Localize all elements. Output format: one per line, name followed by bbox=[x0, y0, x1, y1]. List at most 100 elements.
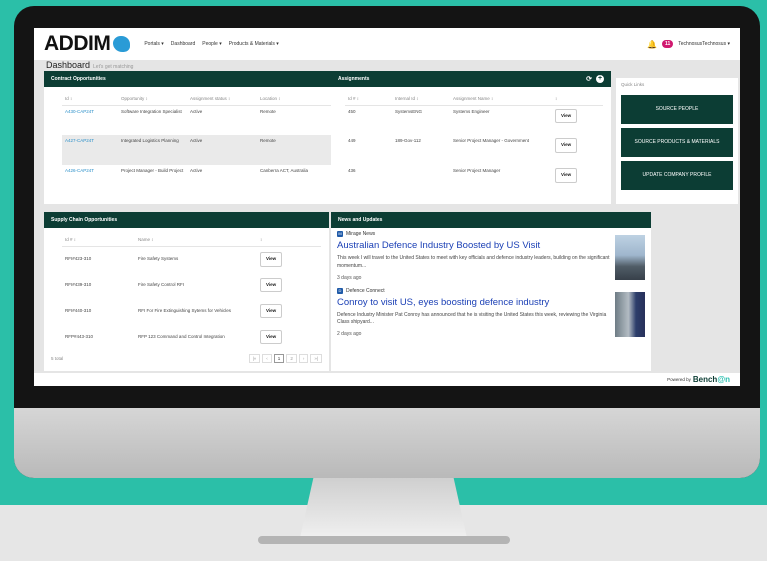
news-thumbnail-helicopter[interactable] bbox=[615, 235, 645, 280]
id-cell: 449 bbox=[348, 138, 356, 143]
id-cell: 450 bbox=[348, 108, 356, 114]
column-header[interactable]: ↕ bbox=[257, 234, 321, 247]
last-page-button[interactable]: »| bbox=[310, 354, 322, 363]
page-2-button[interactable]: 2 bbox=[286, 354, 297, 363]
column-header[interactable]: Id # ↕ bbox=[62, 234, 135, 247]
page-header: Dashboard Let's get matching bbox=[46, 60, 133, 70]
column-header[interactable]: Opportunity ↕ bbox=[118, 93, 187, 106]
column-header[interactable]: Assignment Name ↕ bbox=[450, 93, 552, 106]
assignment-name-cell: Senior Project Manager bbox=[453, 168, 501, 173]
id-cell: RFP#443-310 bbox=[65, 333, 94, 339]
panel-title: Contract Opportunities bbox=[51, 76, 106, 82]
source-people-button[interactable]: SOURCE PEOPLE bbox=[621, 95, 733, 124]
quick-links-title: Quick Links bbox=[621, 82, 645, 87]
panel-title: News and Updates bbox=[338, 217, 383, 223]
news-source: Defence Connect bbox=[346, 287, 385, 294]
screen: ADDIM Portals ▾ Dashboard People ▾ Produ… bbox=[34, 28, 740, 386]
australia-map-icon bbox=[113, 36, 131, 52]
news-headline-link[interactable]: Conroy to visit US, eyes boosting defenc… bbox=[337, 297, 610, 308]
name-cell: RFI For Fire Extinguishing Sytems for Ve… bbox=[138, 307, 232, 313]
table-row[interactable]: A427-CAP24T Integrated Logistics Plannin… bbox=[62, 135, 348, 165]
supply-table: Id # ↕ Name ↕ ↕ RFI#423-310 Fire Safety … bbox=[62, 234, 321, 350]
monitor-chin bbox=[14, 408, 760, 478]
app-logo[interactable]: ADDIM bbox=[44, 32, 131, 56]
view-button[interactable]: View bbox=[555, 138, 578, 153]
table-row: RFI#439-310 Fire Safety Control RFI View bbox=[62, 272, 321, 298]
panel-header: Supply Chain Opportunities bbox=[44, 212, 329, 228]
news-summary: This week I will travel to the United St… bbox=[337, 255, 610, 269]
view-button[interactable]: View bbox=[260, 329, 283, 345]
assignment-name-cell: Senior Project Manager - Government bbox=[453, 138, 530, 143]
page-1-button[interactable]: 1 bbox=[273, 354, 285, 363]
news-headline-link[interactable]: Australian Defence Industry Boosted by U… bbox=[337, 240, 610, 251]
name-cell: Fire Safety Systems bbox=[138, 255, 179, 261]
column-header[interactable]: Id # ↕ bbox=[345, 93, 392, 106]
table-row: RFI#440-310 RFI For Fire Extinguishing S… bbox=[62, 298, 321, 324]
table-row: RFI#423-310 Fire Safety Systems View bbox=[62, 246, 321, 272]
news-source-icon: D bbox=[337, 287, 343, 294]
column-header[interactable]: Id ↕ bbox=[62, 93, 118, 106]
table-row: 450 SystemsENG Systems Engineer View bbox=[345, 105, 603, 135]
view-button[interactable]: View bbox=[555, 168, 578, 183]
news-summary: Defence Industry Minister Pat Conroy has… bbox=[337, 311, 607, 326]
name-cell: Fire Safety Control RFI bbox=[138, 281, 185, 287]
panel-title: Supply Chain Opportunities bbox=[51, 217, 118, 223]
column-header[interactable]: Assignment status ↕ bbox=[187, 93, 257, 106]
opportunity-cell: Project Manager - Build Project bbox=[121, 168, 184, 173]
refresh-icon[interactable]: ⟳ bbox=[586, 75, 592, 83]
quick-links-panel: Quick Links SOURCE PEOPLE SOURCE PRODUCT… bbox=[616, 78, 738, 204]
news-item[interactable]: D Defence Connect Conroy to visit US, eye… bbox=[331, 281, 651, 337]
view-button[interactable]: View bbox=[555, 108, 578, 124]
news-panel: News and Updates M Mirage News Australian… bbox=[331, 212, 651, 371]
powered-by: Powered by Bench@n bbox=[667, 375, 730, 384]
internal-id-cell bbox=[392, 165, 450, 195]
internal-id-cell: SystemsENG bbox=[395, 108, 423, 114]
view-button[interactable]: View bbox=[260, 251, 283, 267]
page-title: Dashboard bbox=[46, 60, 91, 70]
news-thumbnail-person[interactable] bbox=[615, 291, 645, 337]
benchon-logo[interactable]: Bench@n bbox=[693, 375, 730, 384]
monitor-base bbox=[258, 536, 510, 544]
next-page-button[interactable]: › bbox=[298, 354, 309, 363]
prev-page-button[interactable]: ‹ bbox=[262, 354, 272, 363]
notification-badge[interactable]: 11 bbox=[661, 40, 674, 48]
nav-products-materials[interactable]: Products & Materials ▾ bbox=[229, 41, 279, 47]
news-item[interactable]: M Mirage News Australian Defence Industry… bbox=[331, 228, 651, 281]
table-header-row: Id # ↕ Internal Id ↕ Assignment Name ↕ ↕ bbox=[345, 93, 603, 106]
news-age: 3 days ago bbox=[337, 274, 362, 281]
opportunity-cell: Integrated Logistics Planning bbox=[118, 135, 187, 165]
powered-by-label: Powered by bbox=[667, 377, 691, 382]
table-header-row: Id ↕ Opportunity ↕ Assignment status ↕ L… bbox=[62, 93, 348, 106]
assignments-table: Id # ↕ Internal Id ↕ Assignment Name ↕ ↕… bbox=[345, 93, 603, 195]
supply-chain-panel: Supply Chain Opportunities Id # ↕ Name ↕… bbox=[44, 212, 329, 371]
add-icon[interactable]: + bbox=[596, 75, 604, 83]
id-cell: RFI#423-310 bbox=[65, 255, 92, 261]
contract-id-link[interactable]: A430-CAP24T bbox=[62, 105, 118, 135]
column-header[interactable]: ↕ bbox=[552, 93, 603, 106]
table-row[interactable]: A430-CAP24T Software Integration Special… bbox=[62, 105, 348, 135]
column-header[interactable]: Name ↕ bbox=[135, 234, 257, 247]
news-age: 2 days ago bbox=[337, 331, 362, 337]
user-menu[interactable]: TechnosusTechnosus ▾ bbox=[678, 41, 730, 47]
panel-header: Contract Opportunities bbox=[44, 71, 356, 87]
nav-dashboard[interactable]: Dashboard bbox=[171, 41, 195, 47]
bell-icon[interactable]: 🔔 bbox=[647, 40, 657, 49]
source-products-button[interactable]: SOURCE PRODUCTS & MATERIALS bbox=[621, 128, 733, 157]
contract-id-link[interactable]: A427-CAP24T bbox=[62, 135, 118, 165]
first-page-button[interactable]: |« bbox=[248, 354, 261, 363]
page-subtitle: Let's get matching bbox=[93, 64, 134, 70]
news-source-icon: M bbox=[337, 231, 343, 237]
nav-people[interactable]: People ▾ bbox=[202, 41, 221, 47]
update-profile-button[interactable]: UPDATE COMPANY PROFILE bbox=[621, 161, 733, 190]
panel-header: Assignments ⟳ + bbox=[331, 71, 611, 87]
contract-id-link[interactable]: A426-CAP24T bbox=[62, 165, 118, 195]
brand-text: Bench bbox=[692, 375, 718, 384]
table-row: RFP#443-310 RFP 123 Command and Control … bbox=[62, 324, 321, 350]
table-row[interactable]: A426-CAP24T Project Manager - Build Proj… bbox=[62, 165, 348, 195]
opportunity-cell: Software Integration Specialist bbox=[121, 108, 182, 114]
column-header[interactable]: Internal Id ↕ bbox=[392, 93, 450, 106]
view-button[interactable]: View bbox=[260, 303, 283, 319]
internal-id-cell: 189-Gov-112 bbox=[395, 138, 421, 143]
nav-portals[interactable]: Portals ▾ bbox=[144, 41, 163, 47]
view-button[interactable]: View bbox=[260, 277, 283, 293]
